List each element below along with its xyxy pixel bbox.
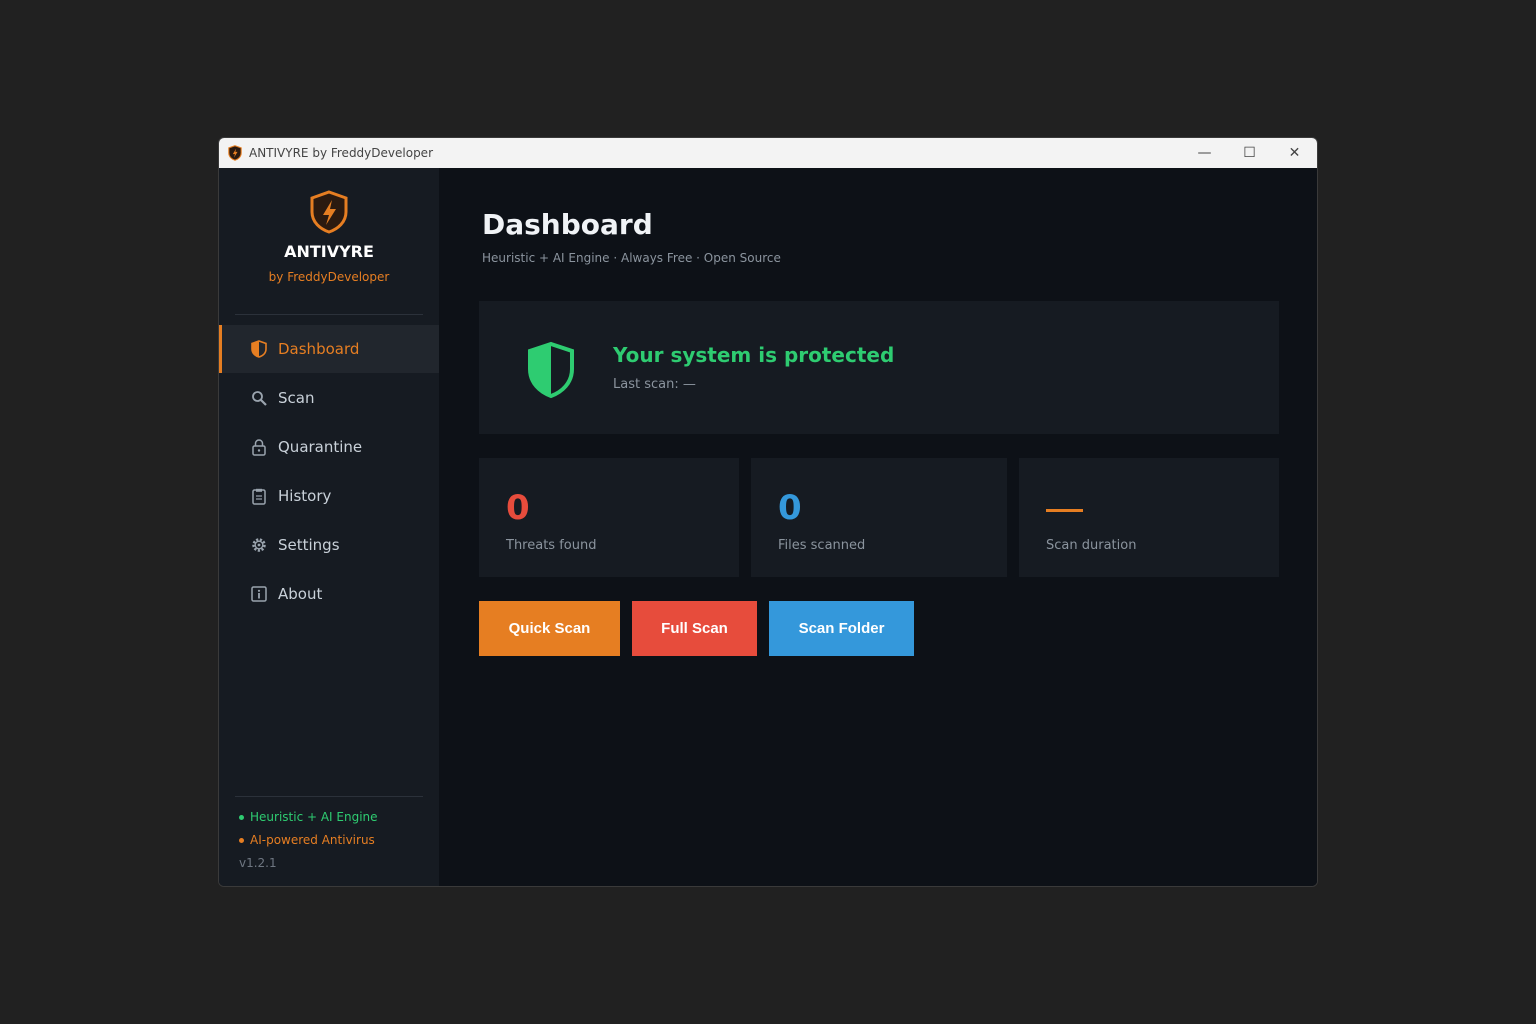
sidebar-item-dashboard[interactable]: Dashboard [219, 325, 439, 373]
scan-duration-card: Scan duration [1019, 458, 1279, 577]
app-logo-icon [228, 145, 242, 161]
files-scanned-value: 0 [778, 488, 802, 528]
gear-icon [250, 536, 268, 554]
info-icon [250, 585, 268, 603]
status-dot-icon [239, 815, 244, 820]
shield-icon [250, 340, 268, 358]
brand-name: ANTIVYRE [284, 242, 374, 261]
files-scanned-card: 0 Files scanned [751, 458, 1007, 577]
status-dot-icon [239, 838, 244, 843]
sidebar-item-label: About [278, 585, 323, 603]
sidebar-item-label: Scan [278, 389, 315, 407]
product-tagline: AI-powered Antivirus [239, 833, 375, 847]
quick-scan-button[interactable]: Quick Scan [479, 601, 620, 656]
engine-status-text: Heuristic + AI Engine [250, 810, 378, 824]
engine-status: Heuristic + AI Engine [239, 810, 378, 824]
page-title: Dashboard [482, 208, 653, 241]
version-label: v1.2.1 [239, 856, 277, 870]
sidebar-item-scan[interactable]: Scan [219, 374, 439, 422]
main-content: Dashboard Heuristic + AI Engine · Always… [439, 168, 1317, 886]
brand-subtitle: by FreddyDeveloper [268, 270, 390, 284]
title-bar: ANTIVYRE by FreddyDeveloper — ☐ ✕ [219, 138, 1317, 168]
maximize-button[interactable]: ☐ [1227, 138, 1272, 168]
window-title: ANTIVYRE by FreddyDeveloper [249, 146, 433, 160]
sidebar-item-quarantine[interactable]: Quarantine [219, 423, 439, 471]
threats-found-value: 0 [506, 488, 530, 528]
sidebar: ANTIVYRE by FreddyDeveloper Dashboard Sc… [219, 168, 439, 886]
sidebar-item-label: Dashboard [278, 340, 360, 358]
page-subtitle: Heuristic + AI Engine · Always Free · Op… [482, 251, 781, 265]
threats-found-label: Threats found [506, 538, 597, 553]
protection-status-title: Your system is protected [613, 343, 895, 367]
threats-found-card: 0 Threats found [479, 458, 739, 577]
sidebar-divider-top [235, 314, 423, 315]
scan-duration-label: Scan duration [1046, 538, 1137, 553]
sidebar-item-label: History [278, 487, 332, 505]
clipboard-icon [250, 487, 268, 505]
sidebar-item-label: Quarantine [278, 438, 363, 456]
protection-status-card: Your system is protected Last scan: — [479, 301, 1279, 434]
sidebar-divider-bottom [235, 796, 423, 797]
brand-logo-icon [310, 190, 348, 234]
shield-icon [528, 341, 574, 399]
sidebar-item-history[interactable]: History [219, 472, 439, 520]
sidebar-item-settings[interactable]: Settings [219, 521, 439, 569]
product-tagline-text: AI-powered Antivirus [250, 833, 375, 847]
app-window: ANTIVYRE by FreddyDeveloper — ☐ ✕ ANTIVY… [218, 137, 1318, 887]
magnifier-icon [250, 389, 268, 407]
files-scanned-label: Files scanned [778, 538, 866, 553]
full-scan-button[interactable]: Full Scan [632, 601, 757, 656]
scan-folder-button[interactable]: Scan Folder [769, 601, 914, 656]
last-scan-label: Last scan: — [613, 377, 696, 392]
lock-icon [250, 438, 268, 456]
close-button[interactable]: ✕ [1272, 138, 1317, 168]
sidebar-item-label: Settings [278, 536, 340, 554]
window-controls: — ☐ ✕ [1182, 138, 1317, 168]
scan-duration-value [1046, 509, 1083, 512]
minimize-button[interactable]: — [1182, 138, 1227, 168]
sidebar-item-about[interactable]: About [219, 570, 439, 618]
